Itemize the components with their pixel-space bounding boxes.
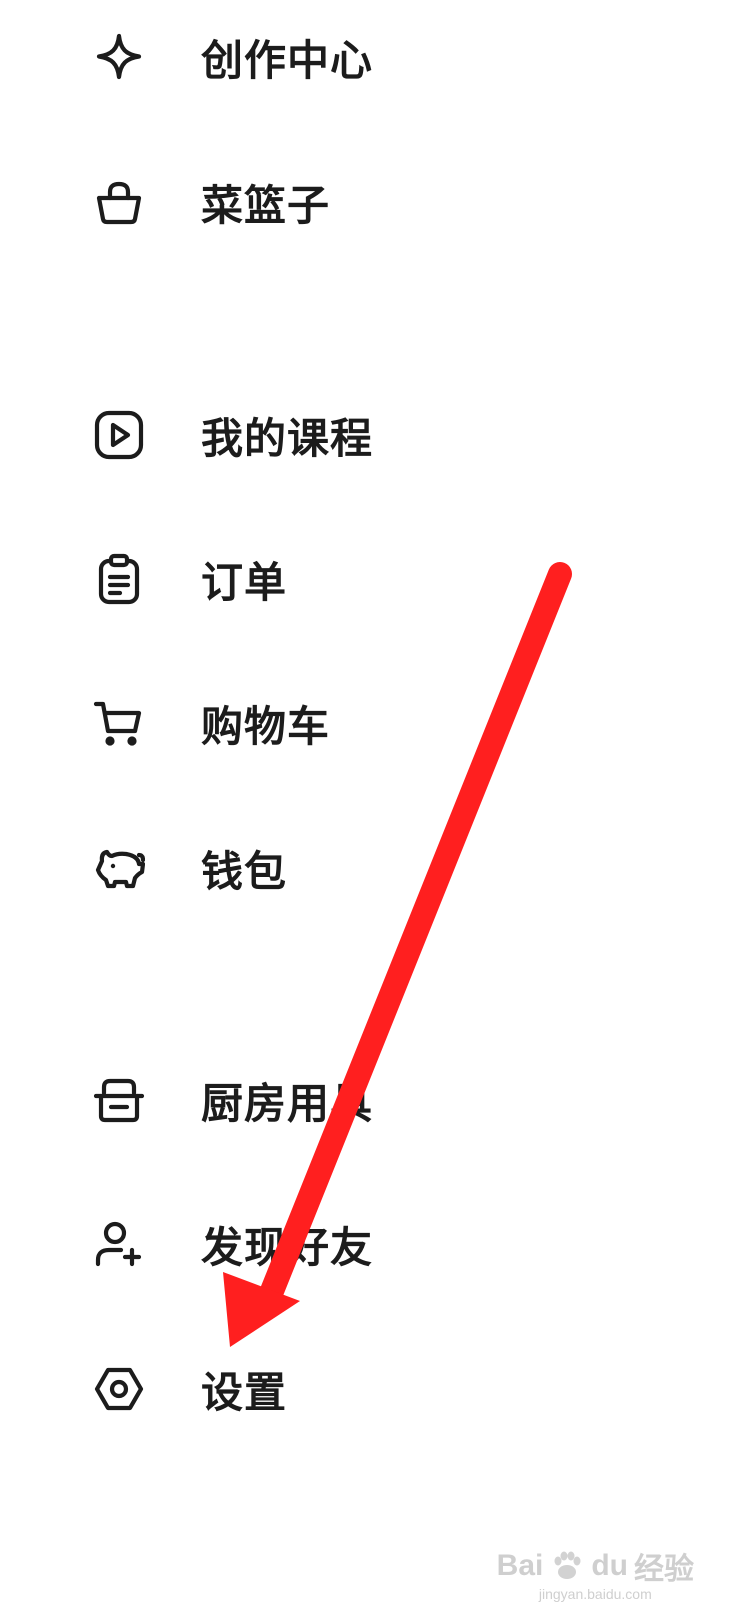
menu-item-creation-center[interactable]: 创作中心	[0, 2, 734, 112]
menu-item-kitchenware[interactable]: 厨房用具	[0, 1045, 734, 1155]
basket-icon	[93, 176, 145, 228]
watermark-jingyan-text: 经验	[634, 1552, 694, 1587]
menu-item-label: 钱包	[201, 846, 288, 896]
menu-item-shopping-cart[interactable]: 购物车	[0, 668, 734, 778]
menu-item-find-friends[interactable]: 发现好友	[0, 1189, 734, 1299]
play-square-icon	[93, 409, 145, 461]
menu-item-label: 发现好友	[201, 1222, 374, 1272]
menu-item-my-courses[interactable]: 我的课程	[0, 380, 734, 490]
baidu-jingyan-watermark: Bai du 经验 jingyan.baidu.com	[497, 1544, 694, 1602]
menu-item-wallet[interactable]: 钱包	[0, 813, 734, 923]
menu-item-label: 菜篮子	[201, 180, 331, 230]
watermark-brand-text: Bai	[496, 1549, 544, 1582]
menu-item-label: 创作中心	[201, 35, 374, 85]
cart-icon	[93, 697, 145, 749]
menu-item-basket[interactable]: 菜篮子	[0, 147, 734, 257]
paw-icon	[554, 1551, 581, 1579]
menu-item-label: 设置	[201, 1367, 288, 1417]
hexagon-gear-icon	[93, 1363, 145, 1415]
menu-item-orders[interactable]: 订单	[0, 524, 734, 634]
watermark-url: jingyan.baidu.com	[538, 1586, 652, 1602]
pot-icon	[93, 1074, 145, 1126]
menu-item-label: 厨房用具	[201, 1078, 374, 1128]
menu-item-settings[interactable]: 设置	[0, 1334, 734, 1444]
watermark-logo: Bai du 经验	[497, 1544, 694, 1588]
clipboard-icon	[93, 553, 145, 605]
piggy-bank-icon	[93, 842, 145, 894]
sparkle-icon	[93, 31, 145, 83]
menu-item-label: 购物车	[201, 701, 331, 751]
menu-item-label: 订单	[201, 557, 288, 607]
menu-item-label: 我的课程	[201, 413, 374, 463]
watermark-brand-text-2: du	[591, 1549, 628, 1582]
side-menu: 创作中心 菜篮子 我的课程 订单 购物车 钱包 厨房用具 发现好友 设置	[0, 0, 734, 1624]
add-user-icon	[93, 1218, 145, 1270]
